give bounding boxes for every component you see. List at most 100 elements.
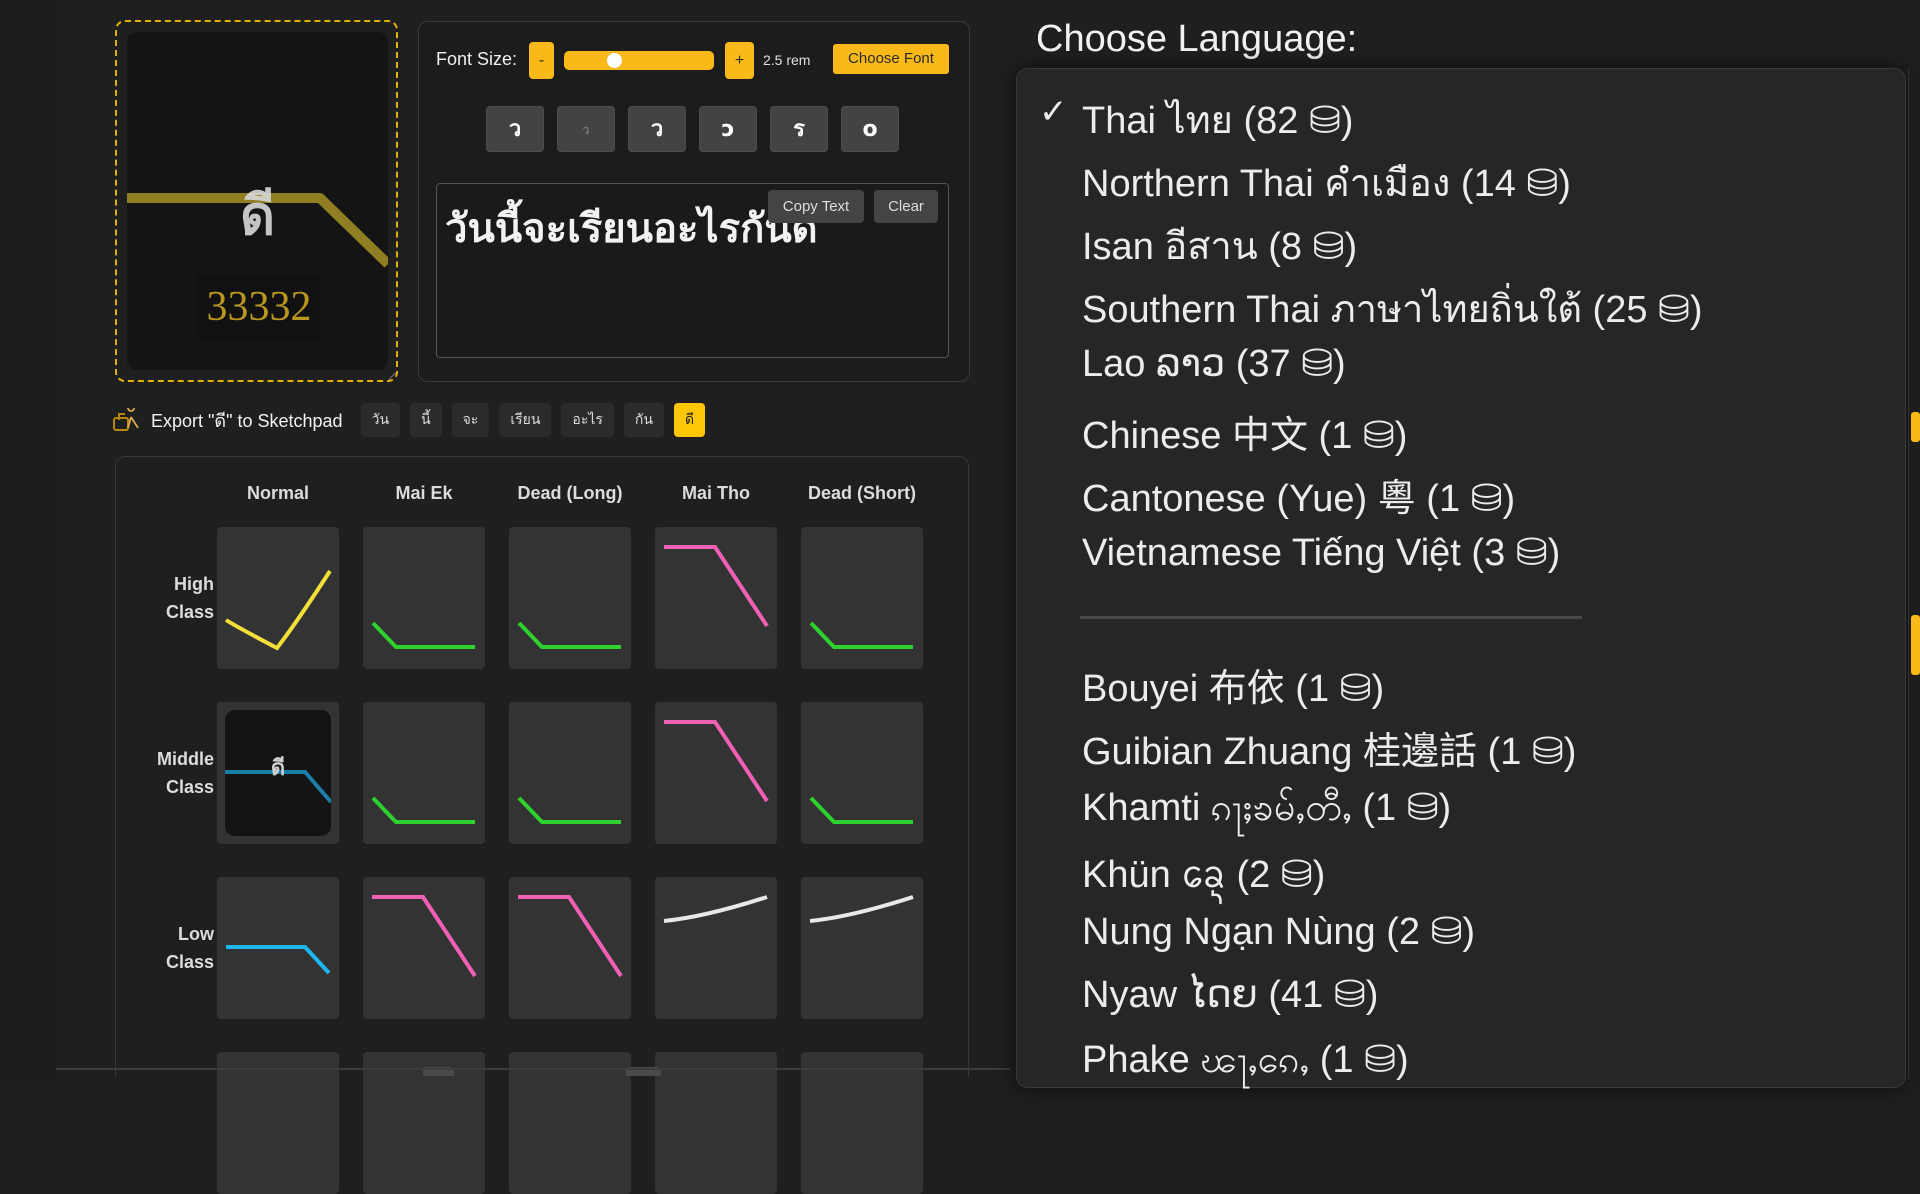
export-to-sketchpad-icon[interactable] [113,408,141,432]
language-option[interactable]: Guibian Zhuang 桂邊話 (1 ⛁) [1082,720,1576,775]
tone-mark-button[interactable]: ว [557,106,615,152]
copy-text-button[interactable]: Copy Text [768,190,864,223]
syllable-chip[interactable]: กัน [623,403,664,437]
language-count: (1 [1476,731,1522,773]
tone-cell[interactable] [655,527,777,669]
tone-contour [664,720,769,803]
tone-contour [809,621,913,649]
tone-cell[interactable]: ดี [217,702,339,844]
language-option[interactable]: Chinese 中文 (1 ⛁) [1082,404,1407,459]
tone-cell[interactable] [509,877,631,1019]
language-name: Guibian Zhuang 桂邊話 [1082,731,1477,773]
tone-cell[interactable] [801,702,923,844]
language-option[interactable]: Northern Thai คำเมือง (14 ⛁) [1082,152,1571,213]
syllable-chip[interactable]: นี้ [410,403,442,437]
tone-cell[interactable] [801,527,923,669]
language-option[interactable]: Isan อีสาน (8 ⛁) [1082,215,1357,276]
coin-stack-icon: ⛁) [1515,163,1571,205]
tone-grid-panel: Normal Mai Ek Dead (Long) Mai Tho Dead (Shor… [115,456,969,1194]
language-name: Lao ລາວ [1082,343,1226,385]
tone-cell[interactable] [801,1052,923,1194]
column-header: Mai Tho [682,483,750,503]
tone-contour [663,895,768,923]
language-count: (82 [1232,100,1299,142]
tone-mark-button[interactable]: ว [628,106,686,152]
language-name: Nung Ngạn Nùng [1082,911,1376,953]
syllable-chips: วัน นี้ จะ เรียน อะไร กัน ดี [360,403,715,437]
syllable-chip[interactable]: เรียน [499,403,552,437]
tone-cell[interactable] [363,877,485,1019]
language-count: (8 [1257,226,1303,268]
tone-mark-button[interactable]: ɔ [699,106,757,152]
syllable-chip[interactable]: ดี [673,403,706,437]
font-size-increase-button[interactable]: + [725,42,754,79]
language-option[interactable]: Thai ไทย (82 ⛁) [1082,89,1353,150]
tone-cell[interactable] [363,702,485,844]
language-name: Khün ᨡᩮ᩠ᨶ [1082,854,1226,896]
tone-cell[interactable] [509,702,631,844]
language-name: Vietnamese Tiếng Việt [1082,532,1461,574]
row-header-line: Middle [157,749,214,769]
tone-cell[interactable] [801,877,923,1019]
font-size-decrease-button[interactable]: - [529,42,554,79]
tone-cell[interactable] [217,877,339,1019]
language-option[interactable]: Khün ᨡᩮ᩠ᨶ (2 ⛁) [1082,846,1325,907]
tone-cell[interactable] [217,1052,339,1194]
coin-stack-icon: ⛁) [1323,974,1379,1016]
row-header-line: Class [165,777,214,797]
language-option[interactable]: Bouyei 布依 (1 ⛁) [1082,657,1384,712]
language-option[interactable]: Nung Ngạn Nùng (2 ⛁) [1082,909,1475,954]
language-name: Khamti ၵႃႈၶမ်ႇတီႇ [1082,787,1352,829]
tone-cell[interactable] [217,527,339,669]
left-margin [0,0,56,1080]
language-option[interactable]: Nyaw ໄດຍ (41 ⛁) [1082,972,1378,1017]
coin-stack-icon: ⛁) [1352,415,1408,457]
tone-contour [517,796,621,824]
coin-stack-icon: ⛁) [1329,668,1385,710]
language-dropdown[interactable]: Thai ไทย (82 ⛁) ✓ Northern Thai คำเมือง (1… [1016,68,1906,1088]
language-name: Thai ไทย [1082,100,1233,142]
language-option[interactable]: Lao ລາວ (37 ⛁) [1082,341,1346,386]
tone-cell[interactable] [363,527,485,669]
language-name: Phake ၽႃႇၵေႇ [1082,1039,1310,1081]
tone-contour [517,621,621,649]
language-name: Chinese 中文 [1082,415,1308,457]
language-count: (1 [1309,1039,1354,1081]
controls-panel: Font Size: - + 2.5 rem Choose Font วววɔร… [418,21,970,382]
tone-contour [809,895,914,923]
language-title: Choose Language: [1036,18,1358,60]
coin-stack-icon: ⛁) [1302,226,1358,268]
tone-cell[interactable] [509,527,631,669]
syllable-chip[interactable]: อะไร [561,403,614,437]
tone-cell[interactable] [655,702,777,844]
choose-font-button[interactable]: Choose Font [833,44,949,74]
tone-cell[interactable] [509,1052,631,1194]
language-name: Cantonese (Yue) 粵 [1082,478,1416,520]
font-size-label: Font Size: [436,49,518,69]
tone-mark-button[interactable]: ร [770,106,828,152]
tone-cell[interactable] [655,877,777,1019]
tone-mark-button[interactable]: ว [486,106,544,152]
language-count: (3 [1460,532,1506,574]
language-option[interactable]: Khamti ၵႃႈၶမ်ႇတီႇ (1 ⛁) [1082,783,1451,839]
language-option[interactable]: Phake ၽႃႇၵေႇ (1 ⛁) [1082,1035,1409,1091]
font-size-slider[interactable] [564,51,714,70]
text-input[interactable]: วันนี้จะเรียนอะไรกันดี Copy Text Clear [436,183,949,358]
coin-stack-icon: ⛁) [1420,911,1476,953]
tone-mark-button[interactable]: o [841,106,899,152]
coin-stack-icon: ⛁) [1353,1039,1409,1081]
language-option[interactable]: Southern Thai ภาษาไทยถิ่นใต้ (25 ⛁) [1082,278,1703,339]
export-label[interactable]: Export "ดี" to Sketchpad [151,406,343,435]
text-input-value[interactable]: วันนี้จะเรียนอะไรกันดี [445,196,818,260]
tone-cell[interactable] [655,1052,777,1194]
syllable-chip[interactable]: จะ [451,403,490,437]
slider-thumb[interactable] [607,53,623,68]
language-option[interactable]: Cantonese (Yue) 粵 (1 ⛁) [1082,467,1515,522]
glyph-preview-card[interactable]: ดี 33332 [115,20,398,382]
tone-mark-buttons: วววɔรo [486,106,899,152]
tone-code: 33332 [197,274,321,340]
language-option[interactable]: Vietnamese Tiếng Việt (3 ⛁) [1082,530,1560,575]
language-name: Northern Thai คำเมือง [1082,163,1451,205]
clear-button[interactable]: Clear [874,190,938,223]
syllable-chip[interactable]: วัน [360,403,401,437]
